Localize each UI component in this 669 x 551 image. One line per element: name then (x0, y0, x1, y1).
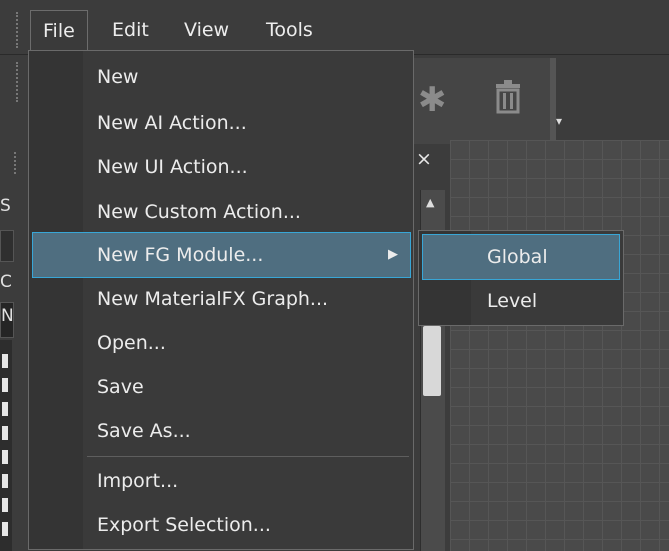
file-menu: New New AI Action... New UI Action... Ne… (28, 50, 414, 550)
scrollbar-thumb[interactable] (423, 326, 441, 396)
panel-label-n: N (1, 306, 14, 326)
list-item[interactable] (2, 522, 8, 536)
submenu-item-label: Global (487, 246, 548, 268)
menu-item-label: Save As... (97, 420, 191, 442)
menu-file[interactable]: File (30, 10, 88, 51)
menu-item-label: New FG Module... (97, 244, 264, 266)
menu-item-label: Open... (97, 332, 166, 354)
list-item[interactable] (2, 474, 8, 488)
menu-item-new-ai-action[interactable]: New AI Action... (29, 101, 413, 145)
menu-item-new-materialfx-graph[interactable]: New MaterialFX Graph... (29, 277, 413, 321)
menu-tools[interactable]: Tools (254, 10, 325, 50)
bug-icon[interactable]: ✱ (418, 80, 447, 120)
toolbar: ✱ (408, 58, 556, 144)
submenu-item-global[interactable]: Global (422, 234, 620, 280)
menu-item-open[interactable]: Open... (29, 321, 413, 365)
list-item[interactable] (2, 354, 8, 368)
menu-item-label: Export Selection... (97, 514, 271, 536)
list-item[interactable] (2, 378, 8, 392)
menubar: File Edit View Tools (0, 0, 669, 55)
menu-item-new-custom-action[interactable]: New Custom Action... (29, 190, 413, 234)
menu-item-save-as[interactable]: Save As... (29, 409, 413, 453)
menu-item-label: New (97, 66, 139, 88)
submenu-item-label: Level (487, 290, 538, 312)
menu-view[interactable]: View (172, 10, 241, 50)
list-item[interactable] (2, 450, 8, 464)
menu-item-save[interactable]: Save (29, 365, 413, 409)
menu-item-export-selection[interactable]: Export Selection... (29, 503, 413, 547)
menu-item-import[interactable]: Import... (29, 459, 413, 503)
menu-item-new[interactable]: New (29, 55, 413, 99)
menu-item-label: New MaterialFX Graph... (97, 288, 329, 310)
submenu-arrow-icon: ▶ (388, 247, 398, 262)
list-edge (0, 340, 12, 551)
menu-item-label: Import... (97, 470, 179, 492)
fg-module-submenu: Global Level (418, 230, 624, 326)
menu-item-label: New UI Action... (97, 156, 248, 178)
panel-label-s: S (0, 196, 11, 216)
menu-item-label: New Custom Action... (97, 201, 301, 223)
submenu-item-level[interactable]: Level (419, 279, 623, 323)
menu-item-new-ui-action[interactable]: New UI Action... (29, 145, 413, 189)
close-icon[interactable]: × (416, 148, 432, 170)
toolbar-overflow-icon[interactable]: ▾ (556, 114, 562, 128)
trash-icon[interactable] (494, 80, 522, 123)
list-item[interactable] (2, 426, 8, 440)
menu-separator (87, 456, 409, 457)
menu-item-new-fg-module[interactable]: New FG Module... ▶ (32, 232, 411, 278)
dock-grip[interactable] (14, 152, 16, 174)
list-item[interactable] (2, 498, 8, 512)
menu-item-label: New AI Action... (97, 112, 247, 134)
graph-canvas[interactable] (450, 140, 669, 551)
scroll-up-icon[interactable]: ▲ (426, 196, 434, 209)
menu-edit[interactable]: Edit (100, 10, 161, 50)
search-field-edge[interactable] (0, 230, 14, 262)
menubar-grip[interactable] (16, 12, 18, 48)
panel-label-c: C (0, 272, 12, 292)
menu-item-label: Save (97, 376, 144, 398)
toolbar-grip[interactable] (16, 62, 18, 102)
list-item[interactable] (2, 402, 8, 416)
